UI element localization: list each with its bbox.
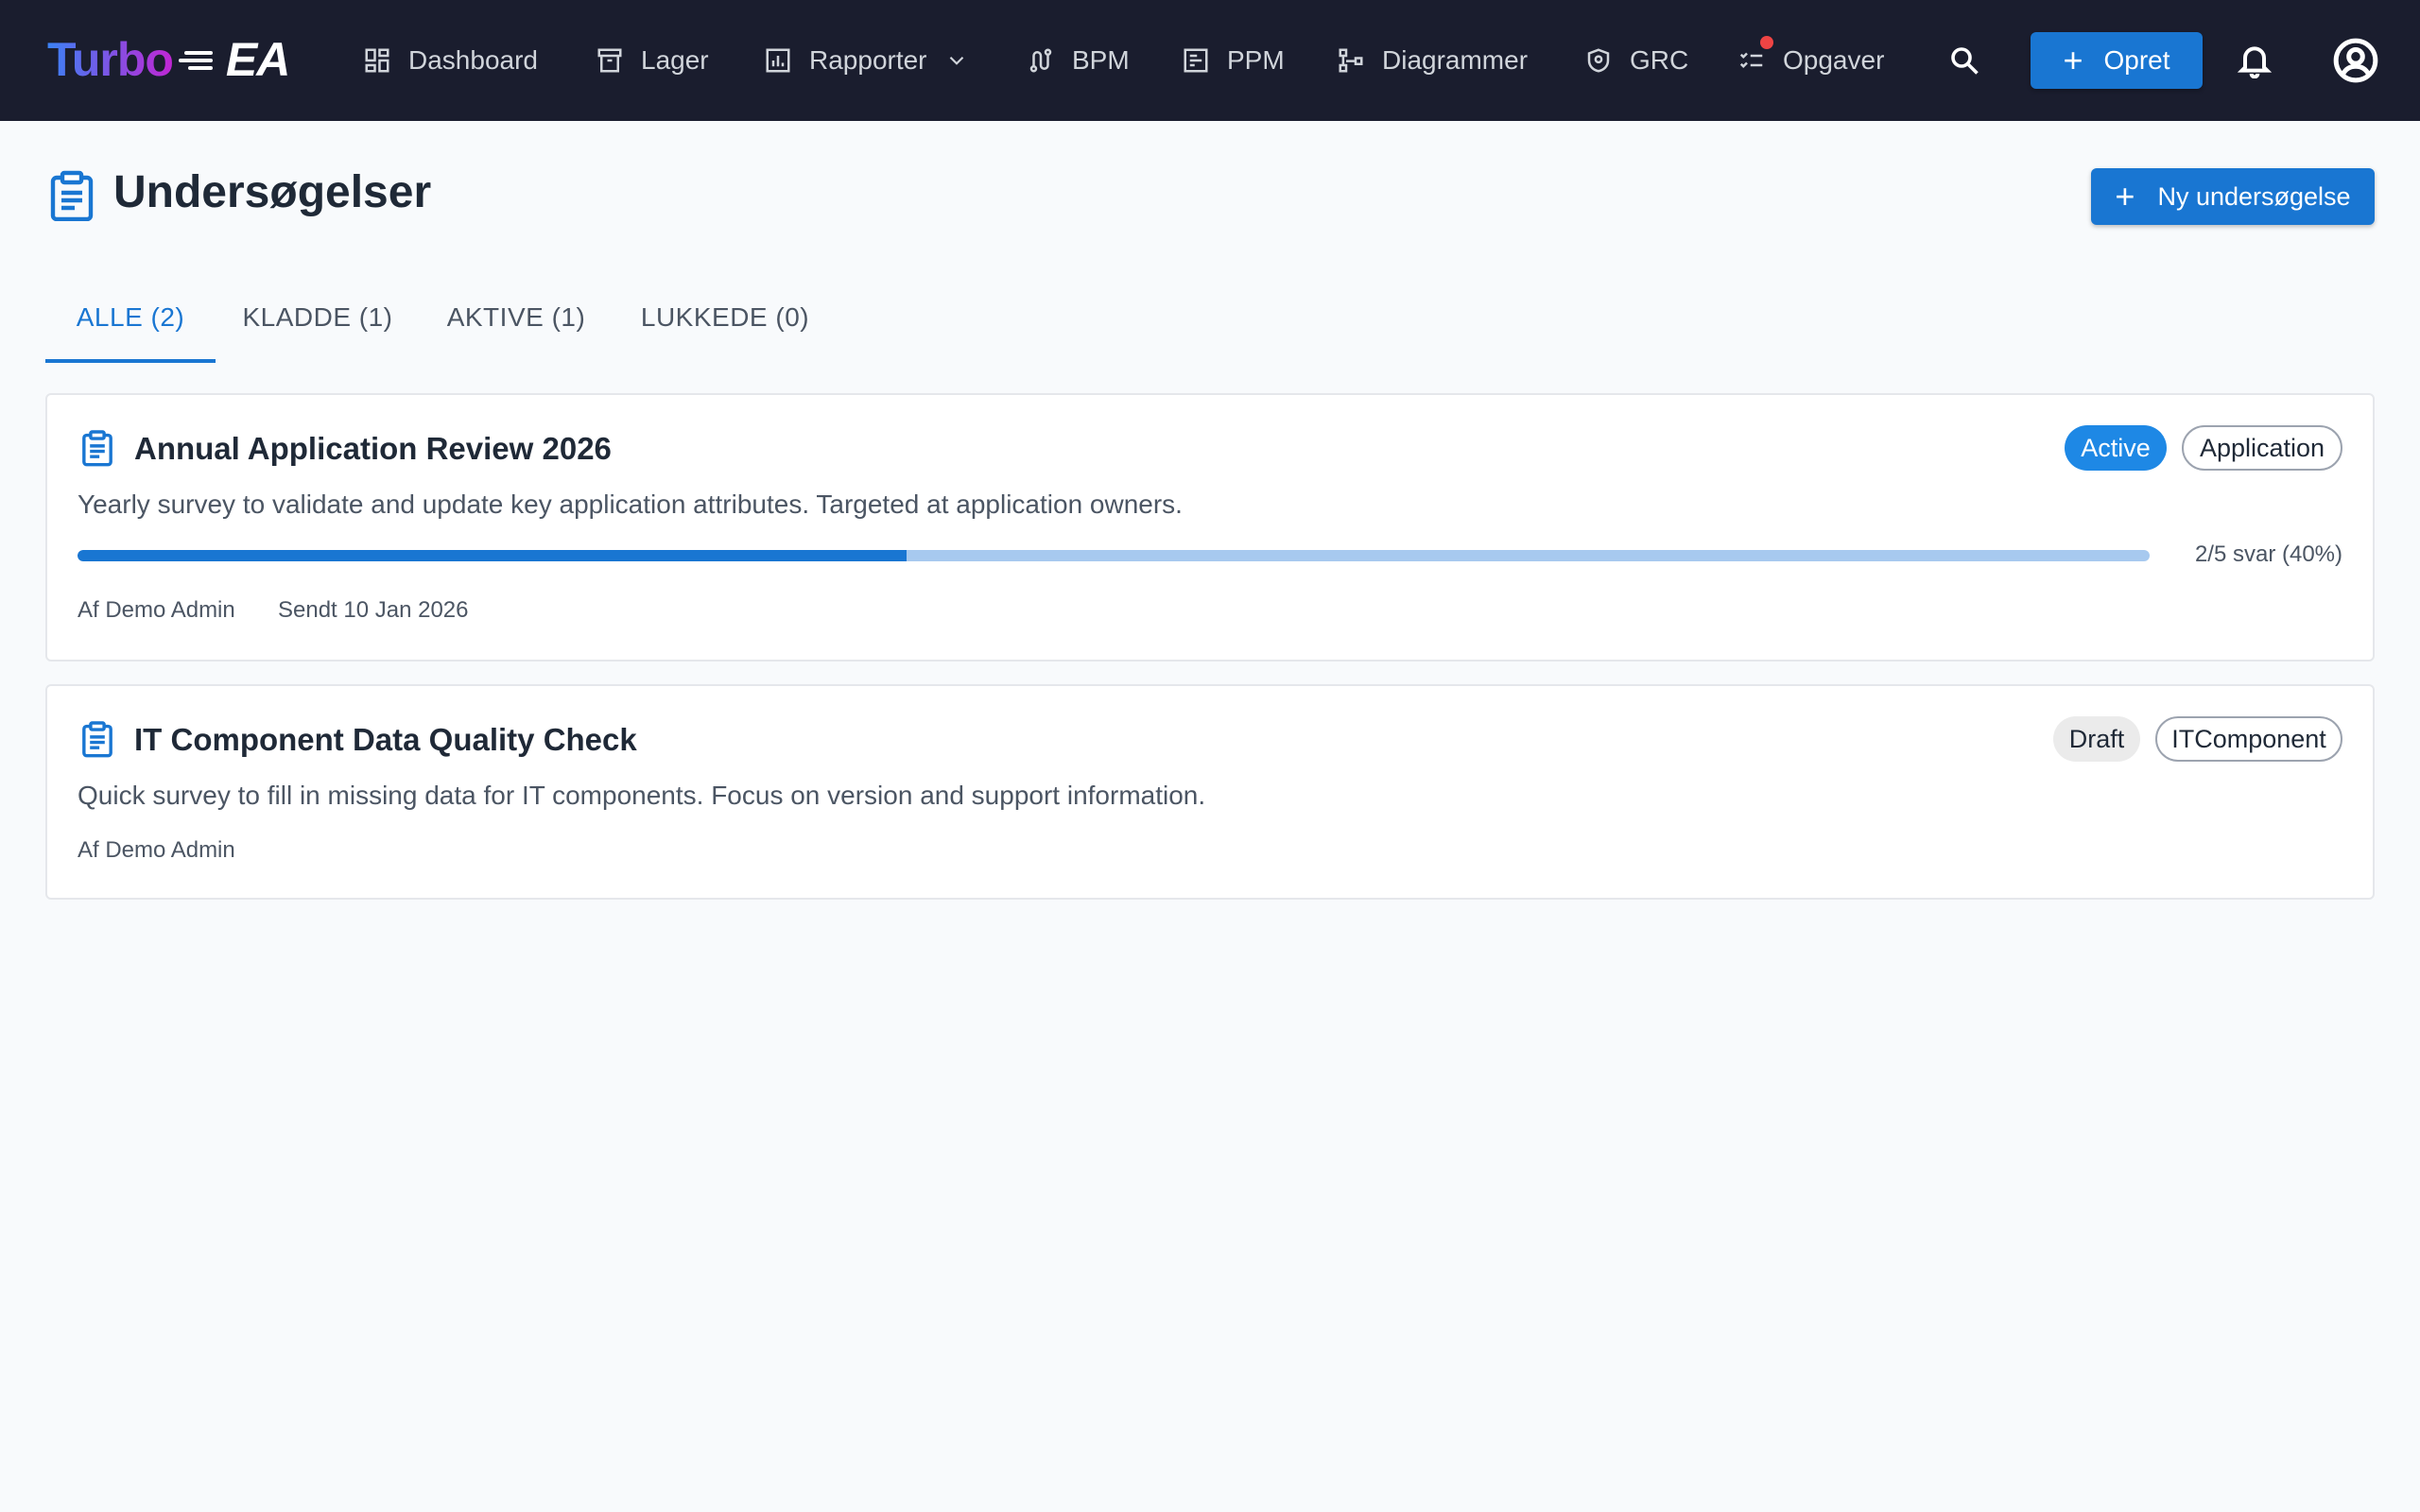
- search-button[interactable]: [1942, 38, 1987, 83]
- shield-icon: [1587, 48, 1610, 73]
- bell-icon: [2237, 46, 2273, 78]
- create-button-label: Opret: [2103, 45, 2170, 75]
- status-badge: Draft: [2053, 716, 2140, 762]
- type-chip: Application: [2182, 425, 2342, 471]
- nav-opgaver-label: Opgaver: [1783, 45, 1885, 75]
- dashboard-icon: [365, 48, 389, 73]
- nav-opgaver[interactable]: Opgaver: [1737, 38, 1884, 83]
- nav-diagrammer[interactable]: Diagrammer: [1337, 38, 1528, 83]
- account-button[interactable]: [2329, 34, 2382, 87]
- active-tab-indicator: [45, 359, 216, 363]
- tasks-notification-dot: [1760, 36, 1773, 49]
- survey-card[interactable]: IT Component Data Quality Check Draft IT…: [45, 684, 2375, 900]
- logo-speed-lines: [178, 47, 213, 72]
- chevron-down-icon: [949, 56, 963, 65]
- account-circle-icon: [2333, 38, 2378, 83]
- survey-title: Annual Application Review 2026: [134, 431, 612, 466]
- tab-draft[interactable]: KLADDE (1): [225, 284, 410, 352]
- notifications-button[interactable]: [2231, 36, 2278, 83]
- clipboard-icon: [50, 170, 94, 221]
- survey-card[interactable]: Annual Application Review 2026 Active Ap…: [45, 393, 2375, 662]
- nav-rapporter[interactable]: Rapporter: [764, 38, 969, 83]
- project-icon: [1184, 48, 1208, 73]
- report-icon: [766, 48, 790, 73]
- page-title: Undersøgelser: [113, 167, 432, 217]
- survey-author: Af Demo Admin: [78, 597, 235, 623]
- type-chip: ITComponent: [2155, 716, 2342, 762]
- nav-ppm-label: PPM: [1227, 45, 1285, 75]
- survey-sent-date: Sendt 10 Jan 2026: [278, 597, 469, 623]
- nav-grc[interactable]: GRC: [1584, 38, 1688, 83]
- response-progress-fill: [78, 550, 907, 561]
- top-app-bar: Turbo EA Dashboard Lager Rapporter BPM P…: [0, 0, 2420, 121]
- survey-author: Af Demo Admin: [78, 837, 235, 863]
- nav-dashboard[interactable]: Dashboard: [363, 38, 538, 83]
- response-progress-label: 2/5 svar (40%): [2194, 541, 2342, 567]
- survey-title: IT Component Data Quality Check: [134, 722, 637, 757]
- logo-text-turbo: Turbo: [47, 33, 174, 86]
- nav-diagrammer-label: Diagrammer: [1382, 45, 1529, 75]
- nav-rapporter-label: Rapporter: [809, 45, 927, 75]
- create-button[interactable]: + Opret: [2031, 32, 2203, 89]
- status-badge: Active: [2065, 425, 2167, 471]
- response-progress-bar: [78, 550, 2150, 561]
- nav-ppm[interactable]: PPM: [1182, 38, 1285, 83]
- turbo-ea-logo[interactable]: Turbo EA: [47, 28, 290, 91]
- tasks-icon: [1739, 52, 1763, 69]
- new-survey-button-label: Ny undersøgelse: [2157, 181, 2351, 211]
- clipboard-icon: [82, 721, 112, 758]
- nav-bpm[interactable]: BPM: [1027, 38, 1130, 83]
- nav-grc-label: GRC: [1630, 45, 1689, 75]
- tab-all[interactable]: ALLE (2): [45, 284, 216, 352]
- logo-text-ea: EA: [225, 33, 290, 86]
- survey-description: Quick survey to fill in missing data for…: [78, 781, 1206, 810]
- nav-dashboard-label: Dashboard: [408, 45, 538, 75]
- diagram-icon: [1339, 48, 1363, 73]
- route-icon: [1029, 48, 1052, 73]
- nav-lager[interactable]: Lager: [596, 38, 709, 83]
- archive-icon: [597, 48, 622, 73]
- survey-description: Yearly survey to validate and update key…: [78, 490, 1183, 519]
- search-icon: [1951, 47, 1979, 75]
- new-survey-button[interactable]: + Ny undersøgelse: [2091, 168, 2375, 225]
- tab-closed[interactable]: LUKKEDE (0): [624, 284, 826, 352]
- plus-icon: +: [2063, 41, 2083, 79]
- plus-icon: +: [2115, 177, 2135, 215]
- tab-active[interactable]: AKTIVE (1): [429, 284, 603, 352]
- nav-bpm-label: BPM: [1072, 45, 1130, 75]
- clipboard-icon: [82, 430, 112, 467]
- nav-lager-label: Lager: [641, 45, 709, 75]
